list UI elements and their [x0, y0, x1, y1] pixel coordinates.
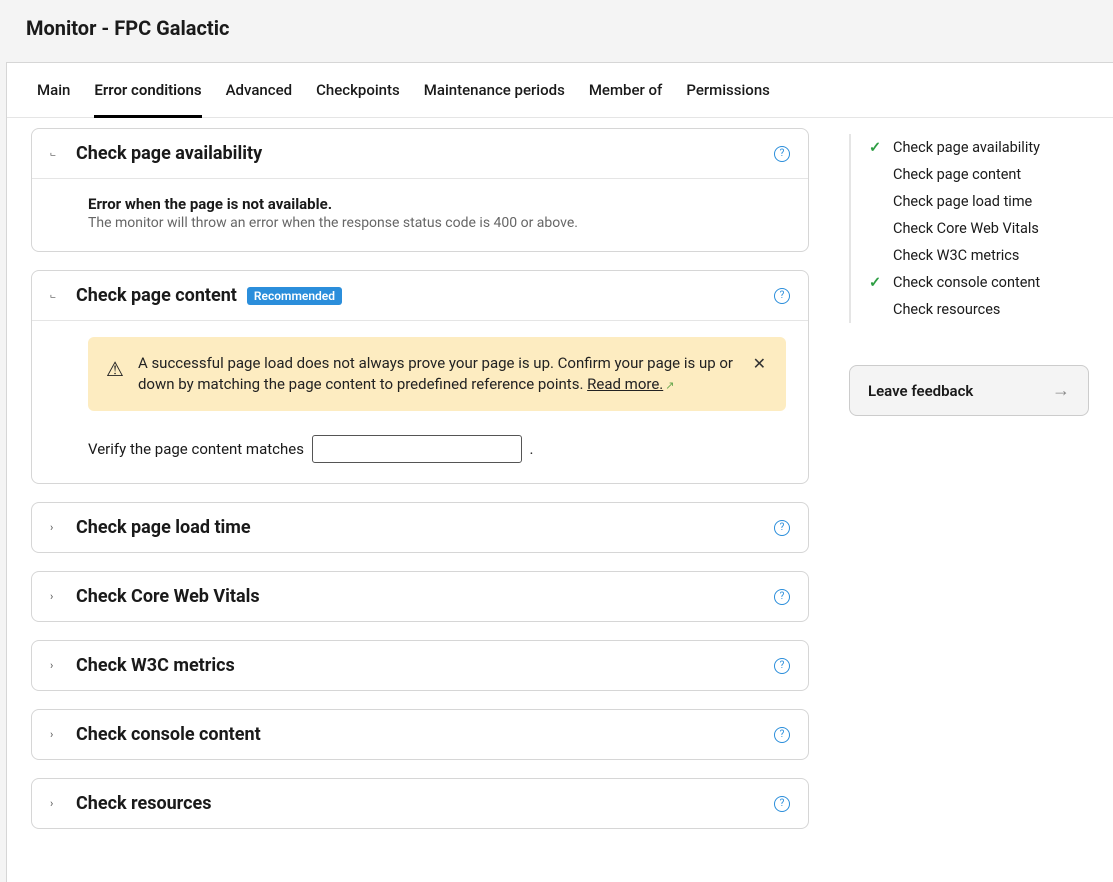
panel-availability: ⌐ Check page availability ? Error when t…	[31, 128, 809, 252]
panel-content-title: Check page content	[76, 285, 237, 306]
form-prefix-label: Verify the page content matches	[88, 440, 304, 458]
expand-icon: ›	[50, 659, 66, 672]
section-nav: ✓Check page availability✓Check page cont…	[849, 134, 1089, 323]
panel-cwv-header[interactable]: › Check Core Web Vitals ?	[32, 572, 808, 621]
nav-item-label: Check W3C metrics	[893, 247, 1019, 264]
panel-cwv: › Check Core Web Vitals ?	[31, 571, 809, 622]
panel-availability-title: Check page availability	[76, 143, 262, 164]
panel-w3c-title: Check W3C metrics	[76, 655, 235, 676]
help-icon[interactable]: ?	[774, 658, 790, 674]
nav-item-check-w3c-metrics[interactable]: ✓Check W3C metrics	[851, 242, 1089, 269]
panel-resources-header[interactable]: › Check resources ?	[32, 779, 808, 828]
warning-icon: ⚠	[106, 355, 124, 383]
recommended-badge: Recommended	[247, 287, 342, 305]
panel-console: › Check console content ?	[31, 709, 809, 760]
page-title: Monitor - FPC Galactic	[26, 16, 1087, 40]
nav-item-check-console-content[interactable]: ✓ Check console content	[851, 269, 1089, 296]
nav-item-check-resources[interactable]: ✓Check resources	[851, 296, 1089, 323]
tab-permissions[interactable]: Permissions	[686, 63, 770, 118]
tab-main[interactable]: Main	[37, 63, 70, 118]
panel-console-title: Check console content	[76, 724, 261, 745]
check-icon: ✓	[869, 139, 883, 156]
help-icon[interactable]: ?	[774, 727, 790, 743]
panel-content-header[interactable]: ⌐ Check page content Recommended ?	[32, 271, 808, 320]
expand-icon: ›	[50, 590, 66, 603]
content-match-form: Verify the page content matches .	[88, 435, 786, 463]
nav-item-check-page-load-time[interactable]: ✓Check page load time	[851, 188, 1089, 215]
read-more-link[interactable]: Read more.	[587, 375, 663, 393]
tab-checkpoints[interactable]: Checkpoints	[316, 63, 400, 118]
form-suffix-label: .	[529, 440, 533, 458]
expand-icon: ›	[50, 728, 66, 741]
collapse-icon: ⌐	[50, 290, 66, 301]
panel-loadtime-header[interactable]: › Check page load time ?	[32, 503, 808, 552]
panel-loadtime: › Check page load time ?	[31, 502, 809, 553]
tab-error-conditions[interactable]: Error conditions	[94, 63, 201, 118]
panel-cwv-title: Check Core Web Vitals	[76, 586, 260, 607]
nav-item-label: Check console content	[893, 274, 1040, 291]
check-icon: ✓	[869, 274, 883, 291]
panel-resources-title: Check resources	[76, 793, 211, 814]
availability-subtext: The monitor will throw an error when the…	[88, 215, 786, 231]
panel-console-header[interactable]: › Check console content ?	[32, 710, 808, 759]
tab-member-of[interactable]: Member of	[589, 63, 663, 118]
external-link-icon: ↗	[665, 379, 674, 392]
panel-w3c: › Check W3C metrics ?	[31, 640, 809, 691]
nav-item-label: Check page availability	[893, 139, 1040, 156]
panel-loadtime-title: Check page load time	[76, 517, 251, 538]
panel-w3c-header[interactable]: › Check W3C metrics ?	[32, 641, 808, 690]
nav-item-check-page-content[interactable]: ✓Check page content	[851, 161, 1089, 188]
availability-subheading: Error when the page is not available.	[88, 195, 786, 213]
tab-advanced[interactable]: Advanced	[226, 63, 292, 118]
content-info-alert: ⚠ A successful page load does not always…	[88, 337, 786, 411]
panel-resources: › Check resources ?	[31, 778, 809, 829]
panel-content: ⌐ Check page content Recommended ? ⚠ A s…	[31, 270, 809, 484]
tab-bar: Main Error conditions Advanced Checkpoints M…	[7, 63, 1113, 118]
help-icon[interactable]: ?	[774, 288, 790, 304]
content-match-input[interactable]	[312, 435, 522, 463]
nav-item-label: Check page content	[893, 166, 1021, 183]
alert-close-button[interactable]: ✕	[749, 353, 770, 375]
help-icon[interactable]: ?	[774, 146, 790, 162]
panel-availability-header[interactable]: ⌐ Check page availability ?	[32, 129, 808, 178]
collapse-icon: ⌐	[50, 148, 66, 159]
arrow-right-icon: →	[1052, 380, 1070, 401]
feedback-label: Leave feedback	[868, 382, 973, 400]
leave-feedback-button[interactable]: Leave feedback →	[849, 365, 1089, 416]
nav-item-check-page-availability[interactable]: ✓ Check page availability	[851, 134, 1089, 161]
nav-item-check-core-web-vitals[interactable]: ✓Check Core Web Vitals	[851, 215, 1089, 242]
help-icon[interactable]: ?	[774, 796, 790, 812]
nav-item-label: Check Core Web Vitals	[893, 220, 1039, 237]
help-icon[interactable]: ?	[774, 520, 790, 536]
expand-icon: ›	[50, 521, 66, 534]
help-icon[interactable]: ?	[774, 589, 790, 605]
tab-maintenance-periods[interactable]: Maintenance periods	[424, 63, 565, 118]
nav-item-label: Check page load time	[893, 193, 1032, 210]
nav-item-label: Check resources	[893, 301, 1000, 318]
expand-icon: ›	[50, 797, 66, 810]
